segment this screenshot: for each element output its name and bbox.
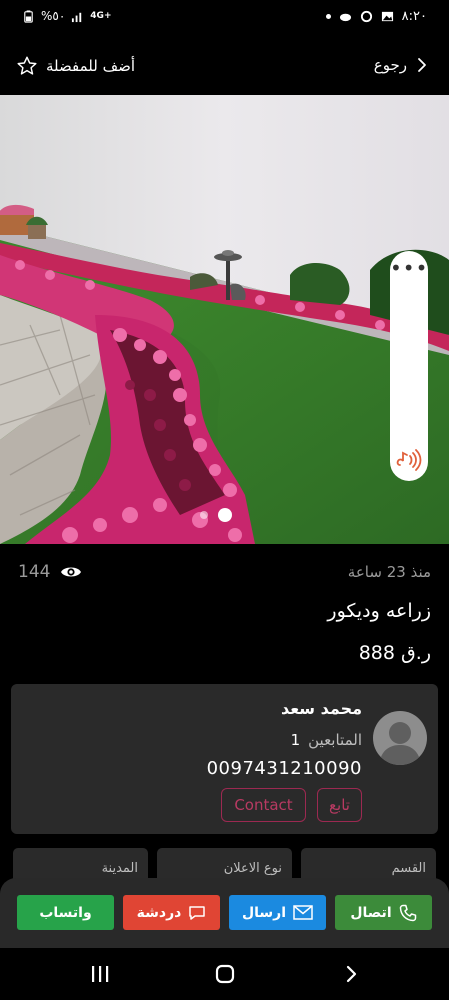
eye-icon xyxy=(61,567,82,577)
send-label: ارسال xyxy=(241,904,287,921)
call-label: اتصال xyxy=(350,904,392,921)
pagination-dot-active[interactable] xyxy=(218,508,232,522)
back-label: رجوع xyxy=(373,56,407,74)
listing-title: زراعه وديكور xyxy=(327,600,431,622)
audio-speaker-icon[interactable] xyxy=(396,449,422,471)
followers-count: 1 xyxy=(290,731,301,749)
gallery-icon xyxy=(381,11,393,22)
view-count-value: 144 xyxy=(18,562,51,582)
call-button[interactable]: اتصال xyxy=(335,895,432,930)
signal-icon xyxy=(72,12,82,22)
seller-card: محمد سعد 1 المتابعين 0097431210090 تابع … xyxy=(11,684,438,834)
posted-time: منذ 23 ساعة xyxy=(347,563,431,581)
ad-type-label: نوع الاعلان xyxy=(223,861,282,876)
listing-meta: 144 منذ 23 ساعة xyxy=(0,560,449,586)
chat-bubble-icon xyxy=(189,905,206,920)
add-favorite-label: أضف للمفضلة xyxy=(46,57,136,75)
battery-percent: %٥٠ xyxy=(41,9,66,23)
follow-button[interactable]: تابع xyxy=(317,788,362,822)
seller-phone[interactable]: 0097431210090 xyxy=(207,758,362,779)
contact-button[interactable]: Contact xyxy=(221,788,306,822)
more-dots-icon[interactable]: ••• xyxy=(390,258,428,278)
send-button[interactable]: ارسال xyxy=(229,895,326,930)
gallery-pagination xyxy=(200,508,232,522)
chat-button[interactable]: دردشة xyxy=(123,895,220,930)
media-side-panel: ••• xyxy=(390,251,428,481)
back-nav-icon[interactable] xyxy=(340,963,362,985)
pagination-dot[interactable] xyxy=(200,511,208,519)
recent-apps-icon[interactable] xyxy=(89,963,111,985)
seller-name[interactable]: محمد سعد xyxy=(281,699,362,718)
top-bar: أضف للمفضلة رجوع xyxy=(0,48,449,88)
followers: 1 المتابعين xyxy=(291,731,362,749)
view-count: 144 xyxy=(18,562,82,582)
notification-dot-icon xyxy=(325,14,331,19)
star-icon xyxy=(17,56,37,75)
clock: ٨:٢٠ xyxy=(401,9,427,24)
home-icon[interactable] xyxy=(214,963,236,985)
cloud-icon xyxy=(339,13,351,22)
phone-icon xyxy=(399,904,416,921)
followers-label: المتابعين xyxy=(308,731,362,749)
user-avatar-icon xyxy=(379,722,421,765)
action-bar: واتساب دردشة ارسال اتصال xyxy=(0,878,449,948)
city-label: المدينة xyxy=(101,861,138,876)
status-right: ٨:٢٠ xyxy=(325,9,427,24)
status-bar: %٥٠ 4G+ ٨:٢٠ xyxy=(0,0,449,36)
chat-label: دردشة xyxy=(136,904,182,921)
garden-image xyxy=(0,95,449,544)
avatar[interactable] xyxy=(373,711,427,765)
battery-icon xyxy=(24,9,33,23)
sync-icon xyxy=(360,10,372,23)
status-left: %٥٠ 4G+ xyxy=(22,9,112,23)
whatsapp-button[interactable]: واتساب xyxy=(17,895,114,930)
back-button[interactable]: رجوع xyxy=(374,56,429,74)
chevron-right-icon xyxy=(418,58,426,72)
category-label: القسم xyxy=(391,861,426,876)
envelope-icon xyxy=(293,905,313,920)
network-type: 4G+ xyxy=(90,11,112,21)
whatsapp-label: واتساب xyxy=(39,904,92,921)
system-nav-bar xyxy=(0,948,449,1000)
listing-price: 888 ر.ق xyxy=(358,642,431,664)
add-favorite-button[interactable]: أضف للمفضلة xyxy=(16,55,135,77)
listing-photo[interactable] xyxy=(0,95,449,544)
